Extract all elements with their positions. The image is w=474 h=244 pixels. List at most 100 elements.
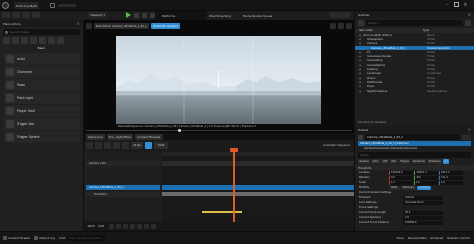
- transform-x-field[interactable]: 126344.0: [389, 170, 413, 175]
- all-classes-icon[interactable]: [57, 37, 64, 44]
- column-item-label[interactable]: Item Label: [359, 29, 423, 32]
- stop-icon[interactable]: [142, 12, 147, 18]
- transform-x-field[interactable]: 0.0: [389, 175, 413, 180]
- mobility-option[interactable]: Movable: [417, 185, 432, 190]
- add-filter-icon[interactable]: [358, 20, 364, 26]
- settings-row-value[interactable]: 35.0: [403, 210, 443, 215]
- snap-icon[interactable]: [122, 142, 129, 149]
- actor-list-item[interactable]: Pawn: [4, 79, 80, 91]
- visibility-eye-icon[interactable]: ◉: [359, 85, 361, 88]
- transform-z-field[interactable]: 111.4: [439, 175, 463, 180]
- frame-field[interactable]: 0148: [154, 142, 168, 149]
- actor-list-item[interactable]: Trigger Box: [4, 118, 80, 130]
- play-reverse-icon[interactable]: [123, 224, 129, 229]
- transform-y-field[interactable]: -8.6: [414, 175, 438, 180]
- key-mode-icon[interactable]: [145, 142, 152, 149]
- pilot-camera-badge[interactable]: Pilot Active: Camera_UltraWide_2_09_1: [94, 23, 149, 29]
- step-back-icon[interactable]: [116, 224, 122, 229]
- play-icon[interactable]: [126, 12, 131, 18]
- close-tab-icon[interactable]: ×: [77, 21, 80, 26]
- camera-icon[interactable]: [104, 142, 111, 149]
- blueprint-icon[interactable]: [22, 12, 30, 18]
- add-actor-icon[interactable]: [12, 12, 20, 18]
- viewport-menu-icon[interactable]: [86, 23, 92, 29]
- details-filter-tab[interactable]: All: [443, 159, 449, 164]
- show-flags-icon[interactable]: [346, 23, 352, 29]
- console-command-field[interactable]: Enter Console Command: [67, 235, 106, 241]
- settings-button[interactable]: [330, 12, 350, 18]
- details-close-icon[interactable]: ×: [468, 127, 471, 132]
- viewport-tab[interactable]: Viewport 1: [88, 12, 108, 18]
- minimize-icon[interactable]: –: [445, 2, 450, 8]
- scrubber-handle[interactable]: [178, 129, 181, 132]
- transform-z-field[interactable]: 1.0: [439, 180, 463, 185]
- playhead-handle[interactable]: [230, 148, 238, 152]
- go-to-end-icon[interactable]: [144, 224, 150, 229]
- maximize-icon[interactable]: [454, 2, 459, 7]
- transform-key-lane[interactable]: [162, 192, 354, 196]
- actor-list-item[interactable]: Character: [4, 66, 80, 78]
- work-range-bar[interactable]: [202, 211, 242, 213]
- details-filter-tab[interactable]: Rendering: [411, 159, 427, 164]
- viewport-playback-scrubber[interactable]: [86, 129, 352, 132]
- details-filter-tab[interactable]: Streaming: [427, 159, 443, 164]
- details-filter-tab[interactable]: Physics: [398, 159, 411, 164]
- visibility-eye-icon[interactable]: ◉: [359, 42, 361, 45]
- play-forward-icon[interactable]: [130, 224, 136, 229]
- console-input[interactable]: Cmd Enter Console Command: [59, 235, 106, 241]
- timeline-area[interactable]: [162, 152, 354, 222]
- mobility-option[interactable]: Stationary: [400, 185, 417, 190]
- transform-x-field[interactable]: 1.0: [389, 180, 413, 185]
- visibility-eye-icon[interactable]: ◉: [359, 55, 361, 58]
- time-ruler[interactable]: [162, 152, 354, 156]
- menu-bar[interactable]: [58, 4, 76, 7]
- actor-list-item[interactable]: Player Start: [4, 105, 80, 117]
- platforms-button[interactable]: Platforms: [162, 13, 175, 18]
- lights-icon[interactable]: [21, 37, 28, 44]
- output-log-button[interactable]: Output Log: [34, 236, 55, 240]
- visibility-eye-icon[interactable]: ◉: [359, 81, 361, 84]
- outliner-close-icon[interactable]: ×: [468, 12, 471, 17]
- unreal-logo-icon[interactable]: [2, 2, 9, 9]
- track-row[interactable]: Camera Cuts: [86, 161, 160, 166]
- render-movie-icon[interactable]: [113, 142, 120, 149]
- column-type[interactable]: Type: [423, 29, 429, 32]
- pixel-streaming-button[interactable]: Pixel Streaming: [209, 13, 231, 18]
- step-forward-icon[interactable]: [137, 224, 143, 229]
- save-sequence-icon[interactable]: [86, 142, 93, 149]
- class-search-field[interactable]: Search Classes: [3, 29, 80, 35]
- details-search-field[interactable]: Search: [358, 152, 471, 158]
- content-drawer-button[interactable]: Content Drawer: [3, 236, 30, 240]
- actor-name-field[interactable]: Camera_UltraWide_2_09_1: [365, 134, 460, 140]
- details-filter-tab[interactable]: LOD: [381, 159, 389, 164]
- mobility-option[interactable]: Static: [389, 185, 400, 190]
- visibility-eye-icon[interactable]: ◉: [359, 59, 361, 62]
- settings-row-value[interactable]: 100000.0: [403, 220, 443, 225]
- add-track-icon[interactable]: [95, 142, 102, 149]
- visual-effects-icon[interactable]: [39, 37, 46, 44]
- actor-list-item[interactable]: Point Light: [4, 92, 80, 104]
- cinematic-viewport-badge[interactable]: Cinematic Viewport: [150, 23, 181, 29]
- recent-icon[interactable]: [3, 37, 10, 44]
- details-filter-tab[interactable]: Misc: [389, 159, 398, 164]
- outliner-row[interactable]: ◉ SkyAtmosphere SkyAtmosphere: [355, 89, 474, 93]
- visibility-eye-icon[interactable]: ◉: [359, 64, 361, 67]
- actor-list-item[interactable]: Trigger Sphere: [4, 131, 80, 143]
- settings-row-value[interactable]: Custom: [403, 195, 443, 200]
- playhead[interactable]: [233, 152, 235, 231]
- bottom-tab[interactable]: Sequencer: [86, 133, 105, 140]
- mrq-button[interactable]: Movie Render Queue: [243, 13, 272, 18]
- basic-icon[interactable]: [12, 37, 19, 44]
- details-filter-tab[interactable]: General: [358, 159, 371, 164]
- save-icon[interactable]: [50, 3, 55, 8]
- settings-row-value[interactable]: 2.8: [403, 215, 443, 220]
- track-row[interactable]: Transform: [86, 192, 160, 197]
- perspective-icon[interactable]: [330, 23, 336, 29]
- add-component-button[interactable]: [462, 134, 471, 140]
- bottom-tab[interactable]: Env. Light Mixer: [106, 133, 134, 140]
- settings-row[interactable]: Current Focus Distance 100000.0: [355, 220, 474, 225]
- visibility-eye-icon[interactable]: ◉: [359, 77, 361, 80]
- camera-section-bar[interactable]: [162, 185, 354, 190]
- transform-y-field[interactable]: 1.0: [414, 180, 438, 185]
- pause-icon[interactable]: [134, 12, 139, 18]
